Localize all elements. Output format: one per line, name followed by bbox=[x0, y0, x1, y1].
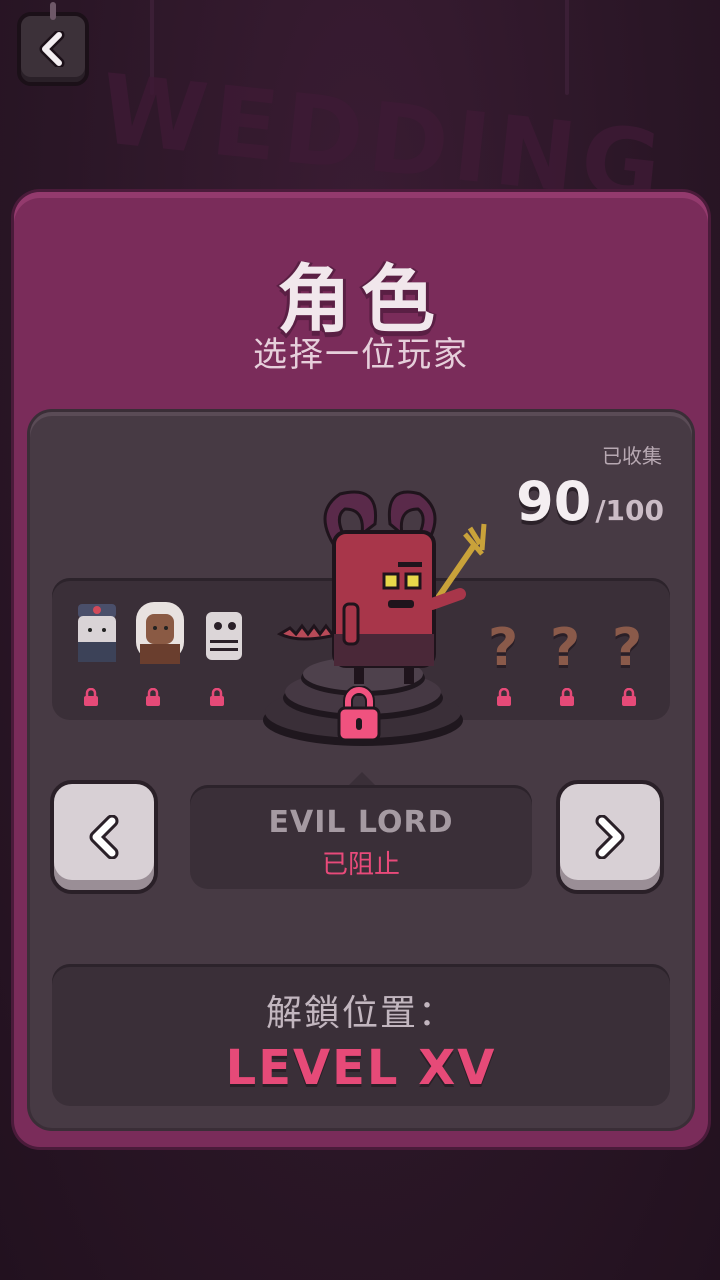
lock-icon bbox=[337, 686, 381, 742]
character-name: EVIL LORD bbox=[268, 805, 454, 840]
next-character-button[interactable] bbox=[556, 780, 664, 894]
selection-pointer bbox=[348, 772, 376, 786]
character-status: 已阻止 bbox=[321, 850, 400, 880]
chevron-right-icon bbox=[595, 815, 625, 859]
chevron-left-icon bbox=[89, 815, 119, 859]
unknown-character[interactable]: ? bbox=[550, 618, 580, 678]
eskimo-character[interactable] bbox=[130, 598, 190, 678]
chevron-left-icon bbox=[39, 31, 65, 67]
button-hook bbox=[50, 2, 56, 20]
unlock-label: 解鎖位置： bbox=[265, 993, 456, 1034]
lock-icon bbox=[497, 688, 511, 706]
back-button[interactable] bbox=[17, 2, 89, 86]
lock-icon bbox=[560, 688, 574, 706]
previous-character-button[interactable] bbox=[50, 780, 158, 894]
character-name-box: EVIL LORD 已阻止 bbox=[190, 785, 532, 889]
character-selector: 已收集 90 /100 ? ? ? EVIL LORD 已阻止 解鎖位置： LE… bbox=[30, 412, 692, 1128]
unknown-character[interactable]: ? bbox=[612, 618, 642, 678]
evil-lord-character[interactable] bbox=[270, 484, 490, 714]
collected-counter: 90 /100 bbox=[516, 470, 664, 533]
banner-rope bbox=[565, 0, 569, 95]
skeleton-character[interactable] bbox=[194, 598, 254, 678]
character-panel: 角色 选择一位玩家 已收集 90 /100 ? ? ? EVIL LORD 已阻… bbox=[14, 192, 708, 1147]
page-subtitle: 选择一位玩家 bbox=[253, 335, 469, 375]
collected-label: 已收集 bbox=[602, 444, 662, 468]
lock-icon bbox=[146, 688, 160, 706]
lock-icon bbox=[210, 688, 224, 706]
collected-count: 90 bbox=[516, 470, 592, 533]
unknown-character[interactable]: ? bbox=[488, 618, 518, 678]
lock-icon bbox=[622, 688, 636, 706]
police-character[interactable] bbox=[66, 598, 126, 678]
collected-total: /100 bbox=[595, 494, 664, 527]
lock-icon bbox=[84, 688, 98, 706]
unlock-info: 解鎖位置： LEVEL XV bbox=[52, 964, 670, 1106]
unlock-level: LEVEL XV bbox=[225, 1040, 497, 1096]
